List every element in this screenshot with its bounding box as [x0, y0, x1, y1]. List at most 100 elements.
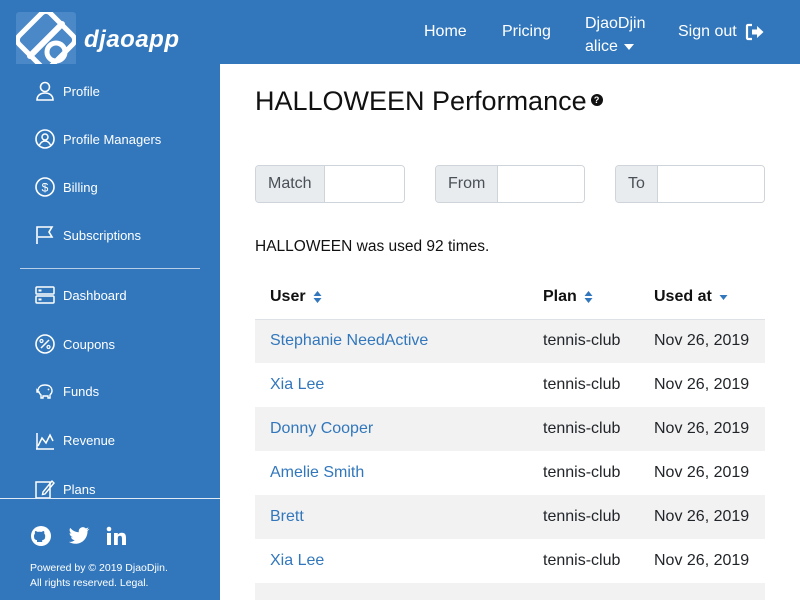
from-date-input[interactable] [498, 166, 584, 202]
page-title-text: HALLOWEEN Performance [255, 86, 587, 116]
used-at-cell: Nov 26, 2019 [654, 552, 750, 569]
signout-link[interactable]: Sign out [678, 23, 765, 41]
used-at-cell: Nov 26, 2019 [639, 495, 765, 539]
caret-down-icon [623, 43, 634, 50]
sidebar-item-label: Dashboard [63, 287, 127, 303]
plan-cell: tennis-club [543, 552, 621, 569]
nav-home-link[interactable]: Home [424, 23, 467, 41]
column-header-used-at[interactable]: Used at [639, 275, 765, 320]
table-row [255, 583, 765, 600]
sidebar-item-revenue[interactable]: Revenue [34, 429, 115, 451]
sidebar-item-subscriptions[interactable]: Subscriptions [34, 224, 141, 246]
signout-label: Sign out [678, 23, 737, 40]
user-link[interactable]: Stephanie NeedActive [270, 332, 428, 349]
table-row: Donny Cooper tennis-club Nov 26, 2019 [255, 407, 765, 451]
used-at-cell: Nov 26, 2019 [654, 376, 750, 393]
table-row: Xia Lee tennis-club Nov 26, 2019 [255, 539, 765, 583]
sidebar-item-plans[interactable]: Plans [34, 478, 96, 500]
used-at-cell: Nov 26, 2019 [639, 319, 765, 363]
piggy-bank-icon [36, 384, 53, 399]
used-at-cell: Nov 26, 2019 [639, 407, 765, 451]
user-circle-icon [35, 129, 55, 149]
sidebar-item-profile-managers[interactable]: Profile Managers [34, 128, 161, 150]
sidebar-item-dashboard[interactable]: Dashboard [34, 284, 127, 306]
match-input[interactable] [324, 166, 404, 202]
user-menu-dropdown[interactable]: DjaoDjin alice [585, 12, 645, 58]
match-label: Match [256, 166, 325, 202]
svg-text:$: $ [42, 181, 49, 195]
user-name-label: alice [585, 38, 618, 55]
sidebar-item-coupons[interactable]: Coupons [34, 333, 115, 355]
sidebar-item-label: Revenue [63, 432, 116, 448]
user-cell [255, 583, 528, 600]
sidebar-item-label: Funds [63, 383, 100, 399]
to-date-filter: To [615, 165, 765, 203]
copyright-text: Powered by © 2019 DjaoDjin. All rights r… [30, 561, 168, 591]
page-title: HALLOWEEN Performance? [255, 86, 603, 117]
sidebar-item-label: Profile [63, 83, 100, 99]
sidebar-item-label: Subscriptions [63, 227, 142, 243]
user-link[interactable]: Amelie Smith [270, 464, 364, 481]
from-label: From [436, 166, 499, 202]
column-header-user[interactable]: User [255, 275, 528, 320]
sort-icon [584, 290, 593, 303]
copyright-line-2[interactable]: All rights reserved. Legal. [30, 576, 168, 591]
from-date-filter: From [435, 165, 585, 203]
flag-icon [36, 226, 54, 244]
column-header-label: Used at [654, 287, 712, 305]
brand[interactable]: djaoapp [16, 12, 180, 72]
user-org-label: DjaoDjin [585, 15, 646, 32]
sidebar-item-profile[interactable]: Profile [34, 80, 100, 102]
help-question-icon[interactable]: ? [590, 93, 603, 106]
sidebar-footer: Powered by © 2019 DjaoDjin. All rights r… [0, 498, 220, 600]
user-link[interactable]: Donny Cooper [270, 420, 373, 437]
used-at-cell [639, 583, 765, 600]
usage-count-text: HALLOWEEN was used 92 times. [255, 238, 490, 255]
plan-cell: tennis-club [543, 464, 621, 481]
sign-out-icon [745, 23, 764, 41]
usage-table: User Plan Used at Stephanie NeedActive t… [255, 275, 765, 600]
sidebar: Profile Profile Managers $ Billing Subsc… [0, 64, 220, 600]
nav-pricing-link[interactable]: Pricing [502, 23, 551, 41]
sidebar-item-funds[interactable]: Funds [34, 380, 99, 402]
edit-icon [35, 479, 55, 499]
table-row: Amelie Smith tennis-club Nov 26, 2019 [255, 451, 765, 495]
linkedin-icon[interactable] [106, 525, 128, 547]
user-link[interactable]: Xia Lee [270, 552, 324, 569]
top-navbar: djaoapp Home Pricing DjaoDjin alice Sign… [0, 0, 800, 72]
plan-cell [528, 583, 639, 600]
to-date-input[interactable] [657, 166, 764, 202]
main-content: HALLOWEEN Performance? Match From To HAL… [220, 64, 800, 600]
column-header-label: User [270, 287, 306, 305]
sidebar-divider [20, 268, 200, 269]
sort-icon [313, 290, 322, 303]
table-row: Stephanie NeedActive tennis-club Nov 26,… [255, 319, 765, 363]
djaoapp-logo-icon [16, 12, 76, 72]
table-header-row: User Plan Used at [255, 275, 765, 320]
twitter-icon[interactable] [68, 525, 90, 547]
plan-cell: tennis-club [528, 407, 639, 451]
plan-cell: tennis-club [543, 376, 621, 393]
plan-cell: tennis-club [528, 495, 639, 539]
table-row: Xia Lee tennis-club Nov 26, 2019 [255, 363, 765, 407]
social-links [30, 525, 128, 547]
to-label: To [616, 166, 658, 202]
sidebar-item-label: Billing [63, 179, 98, 195]
sidebar-item-label: Profile Managers [63, 131, 162, 147]
copyright-line-1: Powered by © 2019 DjaoDjin. [30, 562, 168, 574]
used-at-cell: Nov 26, 2019 [654, 464, 750, 481]
plan-cell: tennis-club [528, 319, 639, 363]
server-icon [35, 286, 55, 304]
sidebar-item-billing[interactable]: $ Billing [34, 176, 98, 198]
sidebar-item-label: Plans [63, 481, 96, 497]
table-row: Brett tennis-club Nov 26, 2019 [255, 495, 765, 539]
github-icon[interactable] [30, 525, 52, 547]
user-link[interactable]: Brett [270, 508, 304, 525]
column-header-plan[interactable]: Plan [528, 275, 639, 320]
sort-desc-icon [719, 294, 728, 300]
user-icon [36, 81, 54, 101]
column-header-label: Plan [543, 287, 577, 305]
brand-name: djaoapp [84, 26, 180, 53]
user-link[interactable]: Xia Lee [270, 376, 324, 393]
sidebar-item-label: Coupons [63, 336, 116, 352]
